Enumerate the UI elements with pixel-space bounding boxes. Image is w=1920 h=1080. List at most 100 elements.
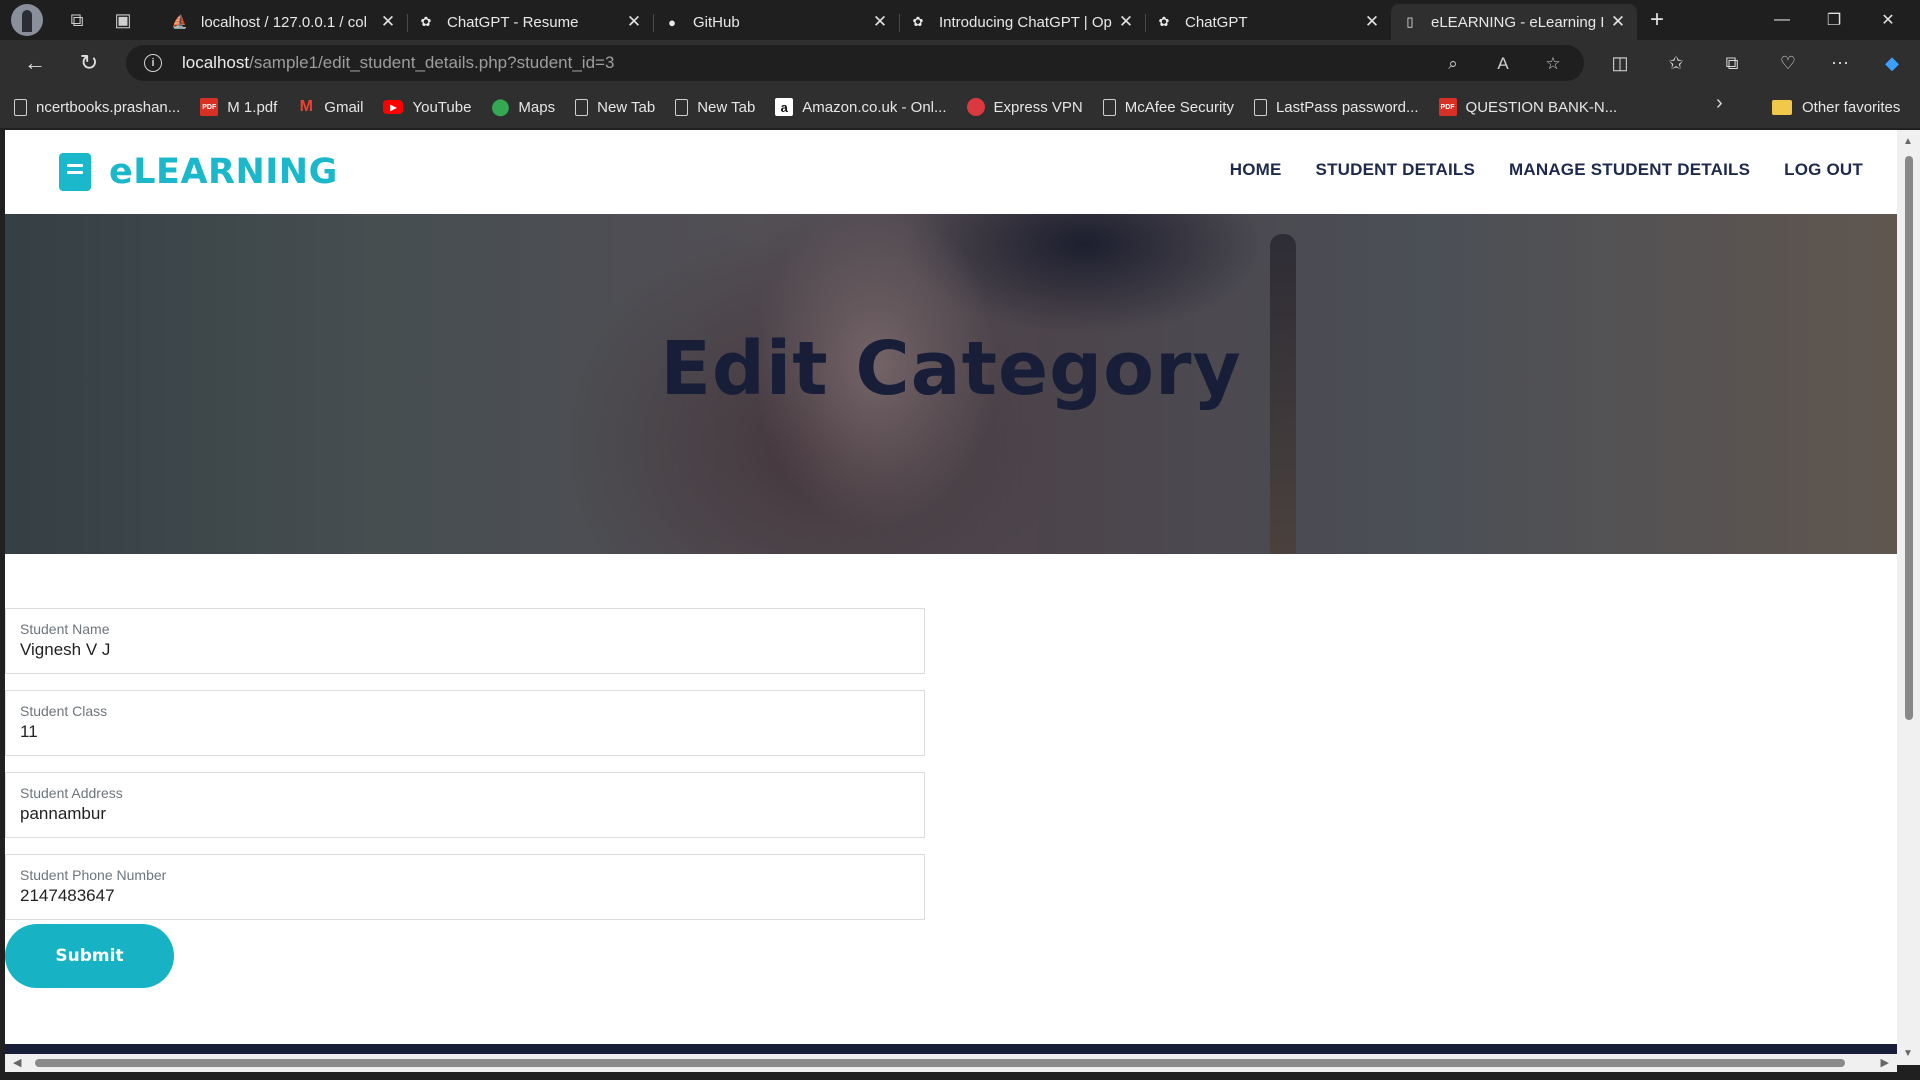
site-logo[interactable]: eLEARNING	[59, 152, 338, 192]
tab-title: GitHub	[693, 13, 740, 31]
page-title: Edit Category	[660, 326, 1242, 412]
tab-title: localhost / 127.0.0.1 / col	[201, 13, 367, 31]
main-nav: HOME STUDENT DETAILS MANAGE STUDENT DETA…	[1196, 160, 1863, 180]
openai-icon: ✿	[1158, 14, 1170, 29]
vertical-tabs-icon[interactable]: ▣	[103, 0, 143, 40]
close-tab-icon[interactable]: ✕	[1363, 12, 1381, 32]
submit-button[interactable]: Submit	[5, 924, 174, 988]
student-name-field: Student Name	[5, 608, 925, 674]
browser-tab-strip: ⧉ ▣ ⛵ localhost / 127.0.0.1 / col ✕ ✿ Ch…	[0, 0, 1920, 40]
page-icon: ▯	[1406, 14, 1414, 29]
read-aloud-icon[interactable]: A	[1492, 53, 1514, 75]
bookmark-item[interactable]: a Amazon.co.uk - Onl...	[775, 92, 947, 122]
nav-manage-student-details[interactable]: MANAGE STUDENT DETAILS	[1509, 160, 1750, 180]
student-address-input[interactable]	[20, 804, 900, 824]
close-tab-icon[interactable]: ✕	[1609, 12, 1627, 32]
tab-elearning[interactable]: ▯ eLEARNING - eLearning I ✕	[1391, 4, 1637, 40]
bookmarks-bar: ncertbooks.prashan... PDF M 1.pdf M Gmail …	[0, 86, 1920, 128]
bookmark-label: Amazon.co.uk - Onl...	[802, 98, 947, 116]
close-tab-icon[interactable]: ✕	[379, 12, 397, 32]
copilot-icon[interactable]: ◆	[1880, 51, 1904, 75]
bookmark-item[interactable]: Express VPN	[966, 92, 1083, 122]
bookmark-item[interactable]: ⬤ Maps	[491, 92, 555, 122]
tab-phpmyadmin[interactable]: ⛵ localhost / 127.0.0.1 / col ✕	[161, 6, 407, 38]
folder-icon	[1772, 99, 1792, 115]
site-header: eLEARNING HOME STUDENT DETAILS MANAGE ST…	[5, 130, 1897, 214]
browser-essentials-icon[interactable]: ♡	[1776, 51, 1800, 75]
collections-icon[interactable]: ⧉	[1720, 51, 1744, 75]
zoom-icon[interactable]: ⌕	[1442, 53, 1464, 75]
openai-icon: ✿	[420, 14, 432, 29]
tab-title: Introducing ChatGPT | Op	[939, 13, 1112, 31]
nav-log-out[interactable]: LOG OUT	[1784, 160, 1863, 180]
back-button[interactable]: ←	[18, 46, 52, 80]
bookmark-label: New Tab	[597, 98, 656, 116]
student-phone-field: Student Phone Number	[5, 854, 925, 920]
bookmark-item[interactable]: ▶ YouTube	[383, 92, 471, 122]
close-tab-icon[interactable]: ✕	[871, 12, 889, 32]
nav-student-details[interactable]: STUDENT DETAILS	[1316, 160, 1475, 180]
bookmark-label: McAfee Security	[1124, 98, 1234, 116]
more-options-icon[interactable]: ⋯	[1828, 51, 1852, 75]
profile-avatar[interactable]	[11, 4, 43, 36]
bookmark-item[interactable]: McAfee Security	[1102, 92, 1234, 122]
student-name-input[interactable]	[20, 640, 900, 660]
scroll-up-arrow-icon[interactable]: ▲	[1902, 136, 1914, 147]
close-tab-icon[interactable]: ✕	[1117, 12, 1135, 32]
tab-title: ChatGPT - Resume	[447, 13, 579, 31]
vertical-scrollbar[interactable]: ▲ ▼	[1897, 130, 1920, 1065]
favorite-star-icon[interactable]: ☆	[1542, 53, 1564, 75]
favorites-icon[interactable]: ✩	[1664, 51, 1688, 75]
bookmark-item[interactable]: PDF QUESTION BANK-N...	[1438, 92, 1617, 122]
url-bar[interactable]: i localhost/sample1/edit_student_details…	[126, 45, 1584, 81]
horizontal-scroll-thumb[interactable]	[35, 1059, 1845, 1067]
student-phone-input[interactable]	[20, 886, 900, 906]
url-host: localhost	[182, 53, 250, 72]
horizontal-scrollbar[interactable]: ◀ ▶	[5, 1054, 1897, 1072]
bookmark-item[interactable]: New Tab	[675, 92, 755, 122]
maps-pin-icon: ⬤	[491, 99, 510, 116]
new-tab-button[interactable]: +	[1637, 0, 1677, 40]
bookmarks-overflow-chevron-icon[interactable]: ›	[1716, 92, 1723, 115]
workspaces-icon[interactable]: ⧉	[57, 0, 97, 40]
other-favorites-folder[interactable]: Other favorites	[1772, 86, 1900, 128]
site-info-icon[interactable]: i	[144, 54, 162, 72]
restore-button[interactable]: ❐	[1806, 0, 1862, 40]
bookmark-item[interactable]: M Gmail	[297, 92, 364, 122]
scroll-right-arrow-icon[interactable]: ▶	[1881, 1056, 1889, 1069]
vertical-scroll-thumb[interactable]	[1905, 156, 1913, 720]
minimize-button[interactable]: —	[1754, 0, 1810, 40]
page-icon	[14, 98, 27, 116]
nav-home[interactable]: HOME	[1230, 160, 1282, 180]
tab-chatgpt[interactable]: ✿ ChatGPT ✕	[1145, 6, 1391, 38]
bookmark-item[interactable]: ncertbooks.prashan...	[14, 92, 180, 122]
amazon-icon: a	[775, 98, 794, 116]
bookmark-label: Maps	[518, 98, 556, 116]
scroll-down-arrow-icon[interactable]: ▼	[1902, 1048, 1914, 1059]
close-tab-icon[interactable]: ✕	[625, 12, 643, 32]
bookmark-label: Gmail	[324, 98, 364, 116]
bookmark-item[interactable]: New Tab	[575, 92, 655, 122]
field-label: Student Phone Number	[20, 867, 167, 883]
bookmark-label: YouTube	[412, 98, 472, 116]
student-address-field: Student Address	[5, 772, 925, 838]
close-window-button[interactable]: ✕	[1860, 0, 1916, 40]
address-bar-row: ← ↻ i localhost/sample1/edit_student_det…	[0, 40, 1920, 86]
edit-student-form: Student Name Student Class Student Addre…	[5, 608, 925, 936]
reload-button[interactable]: ↻	[72, 46, 106, 80]
url-text[interactable]: localhost/sample1/edit_student_details.p…	[182, 53, 614, 73]
other-favorites-label: Other favorites	[1802, 98, 1901, 116]
bookmark-item[interactable]: PDF M 1.pdf	[200, 92, 277, 122]
page-viewport: eLEARNING HOME STUDENT DETAILS MANAGE ST…	[5, 130, 1897, 1065]
tab-chatgpt-resume[interactable]: ✿ ChatGPT - Resume ✕	[407, 6, 653, 38]
tab-github[interactable]: ● GitHub ✕	[653, 6, 899, 38]
page-icon	[1253, 98, 1267, 116]
student-class-input[interactable]	[20, 722, 900, 742]
book-icon	[59, 153, 91, 191]
scroll-left-arrow-icon[interactable]: ◀	[13, 1056, 21, 1069]
tab-introducing-chatgpt[interactable]: ✿ Introducing ChatGPT | Op ✕	[899, 6, 1145, 38]
bookmark-item[interactable]: LastPass password...	[1253, 92, 1419, 122]
bookmark-label: Express VPN	[993, 98, 1083, 116]
field-label: Student Address	[20, 785, 123, 801]
split-screen-icon[interactable]: ◫	[1608, 51, 1632, 75]
